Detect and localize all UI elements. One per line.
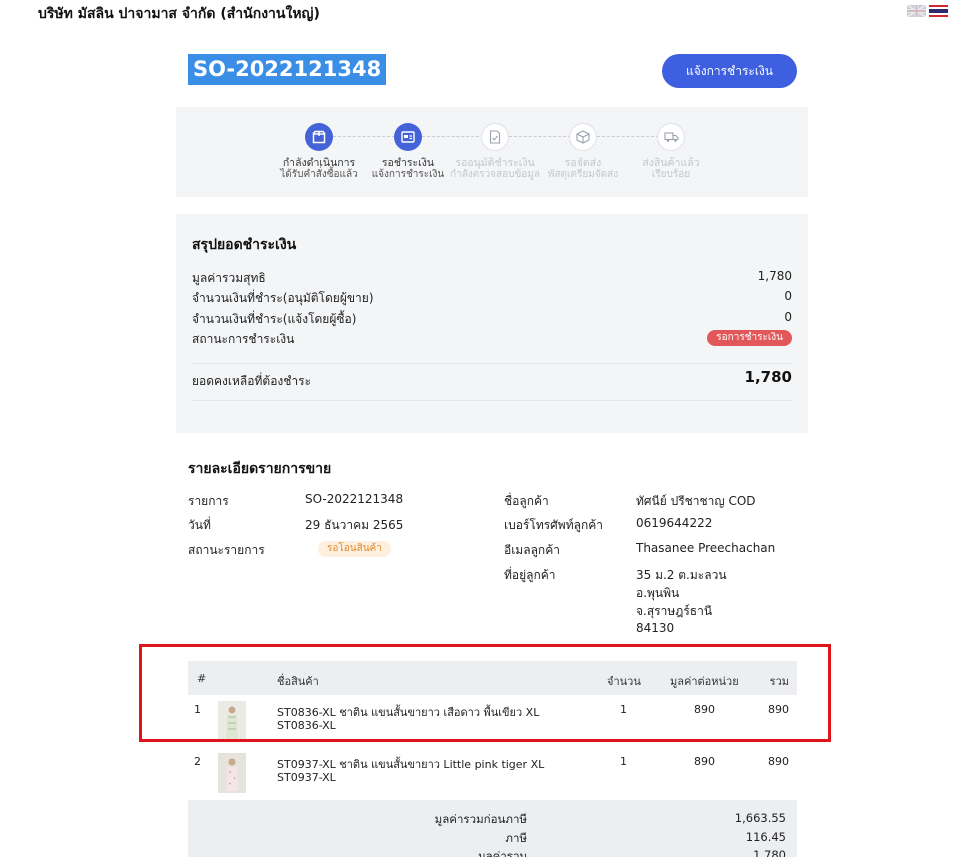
sale-details-title: รายละเอียดรายการขาย [188,461,332,477]
payment-status-label: สถานะการชำระเงิน [192,332,295,346]
divider [192,363,792,364]
row-number: 2 [194,755,201,768]
order-status-badge: รอโอนสินค้า [318,541,391,557]
item-value: SO-2022121348 [305,492,404,506]
notify-payment-button[interactable]: แจ้งการชำระเงิน [662,54,797,88]
product-unit-price: 890 [694,755,715,768]
customer-label: ชื่อลูกค้า [504,494,549,508]
step-shipped: ส่งสินค้าแล้ว เรียบร้อย [621,123,721,181]
step-subtitle: กำลังตรวจสอบข้อมูล [449,169,541,180]
step-title: รอจัดส่ง [564,157,602,169]
phone-value: 0619644222 [636,516,713,530]
table-row: 2 ST0937-XL ชาติน แขนสั้นขายาว Little pi… [188,749,797,801]
thai-flag-icon[interactable] [929,5,948,17]
customer-value: ทัศนีย์ ปรีชาชาญ COD [636,494,756,508]
before-tax-label: มูลค่ารวมก่อนภาษี [434,812,527,826]
product-quantity: 1 [620,755,627,768]
paid-approved-label: จำนวนเงินที่ชำระ(อนุมัติโดยผู้ขาย) [192,291,374,305]
language-switcher [907,5,948,17]
paid-reported-value: 0 [784,310,792,324]
uk-flag-icon[interactable] [907,5,926,17]
product-thumbnail[interactable] [218,753,246,793]
net-value: 1,780 [757,269,792,283]
step-processing: กำลังดำเนินการ ได้รับคำสั่งซื้อแล้ว [269,123,369,181]
product-total: 890 [768,755,789,768]
top-bar: บริษัท มัสลิน ปาจามาส จำกัด (สำนักงานใหญ… [0,0,957,26]
tax-label: ภาษี [505,831,527,845]
email-value: Thasanee Preechachan [636,541,776,555]
step-subtitle: เรียบร้อย [651,169,691,180]
address-line: 84130 [636,621,675,635]
step-title: กำลังดำเนินการ [282,157,356,169]
date-label: วันที่ [188,518,211,532]
truck-icon [657,123,685,151]
order-totals: มูลค่ารวมก่อนภาษี 1,663.55 ภาษี 116.45 ม… [188,800,797,857]
email-label: อีเมลลูกค้า [504,543,560,557]
product-sku: ST0937-XL [277,771,336,784]
grand-total-label: มูลค่ารวม [478,849,527,857]
paid-reported-label: จำนวนเงินที่ชำระ(แจ้งโดยผู้ซื้อ) [192,312,357,326]
step-awaiting-payment: รอชำระเงิน แจ้งการชำระเงิน [358,123,458,181]
phone-label: เบอร์โทรศัพท์ลูกค้า [504,518,603,532]
grand-total-value: 1,780 [753,848,786,857]
paid-approved-value: 0 [784,289,792,303]
balance-label: ยอดคงเหลือที่ต้องชำระ [192,374,312,388]
step-awaiting-approval: รออนุมัติชำระเงิน กำลังตรวจสอบข้อมูล [445,123,545,181]
address-line: อ.พุนพิน [636,586,680,600]
address-line: 35 ม.2 ต.มะลวน [636,568,727,582]
before-tax-value: 1,663.55 [734,811,786,825]
step-subtitle: แจ้งการชำระเงิน [371,169,445,180]
tax-value: 116.45 [745,830,786,844]
step-title: ส่งสินค้าแล้ว [642,157,700,169]
document-check-icon [481,123,509,151]
divider [192,400,792,401]
summary-title: สรุปยอดชำระเงิน [192,237,297,253]
highlight-box [139,644,831,742]
payment-summary: สรุปยอดชำระเงิน มูลค่ารวมสุทธิ 1,780 จำน… [176,214,808,433]
company-name: บริษัท มัสลิน ปาจามาส จำกัด (สำนักงานใหญ… [38,6,320,22]
payment-status-badge: รอการชำระเงิน [707,330,792,346]
order-progress-steps: กำลังดำเนินการ ได้รับคำสั่งซื้อแล้ว รอชำ… [176,107,808,197]
address-line: จ.สุราษฎร์ธานี [636,604,713,618]
step-subtitle: พัสดุเตรียมจัดส่ง [547,169,619,180]
date-value: 29 ธันวาคม 2565 [305,518,404,532]
order-id-title: SO-2022121348 [188,54,387,85]
step-awaiting-shipment: รอจัดส่ง พัสดุเตรียมจัดส่ง [533,123,633,181]
item-label: รายการ [188,494,229,508]
step-subtitle: ได้รับคำสั่งซื้อแล้ว [280,169,358,180]
net-label: มูลค่ารวมสุทธิ [192,271,266,285]
package-icon [569,123,597,151]
payment-card-icon [394,123,422,151]
box-icon [305,123,333,151]
order-status-label: สถานะรายการ [188,543,265,557]
step-title: รออนุมัติชำระเงิน [455,157,535,169]
balance-value: 1,780 [744,368,792,386]
address-label: ที่อยู่ลูกค้า [504,568,556,582]
step-title: รอชำระเงิน [381,157,435,169]
